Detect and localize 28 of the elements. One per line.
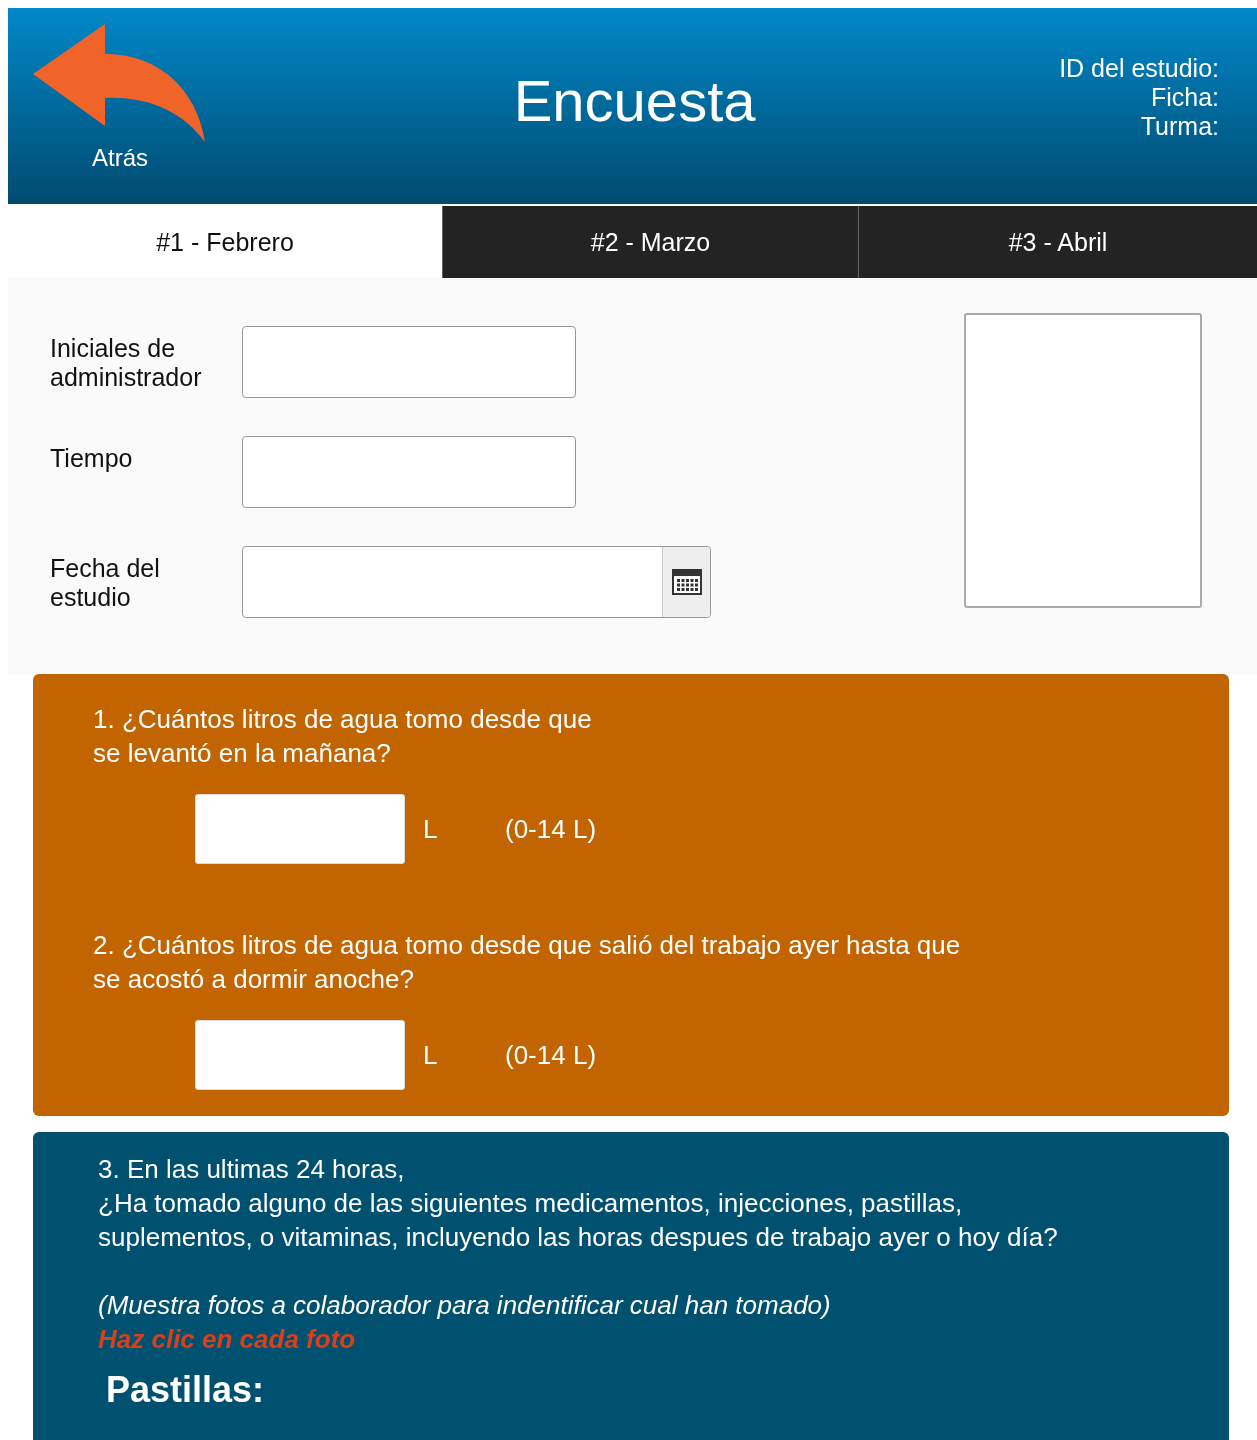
input-field[interactable] <box>242 326 576 398</box>
range-hint: (0-14 L) <box>505 1039 597 1072</box>
study-info-label: Ficha: <box>1150 83 1219 112</box>
instruction-note: (Muestra fotos a colaborador para indentificar cual han tomado) <box>98 1289 832 1322</box>
field-label: Tiempo <box>49 443 134 473</box>
range-hint: (0-14 L) <box>505 813 597 846</box>
calendar-button[interactable] <box>662 547 710 617</box>
calendar-icon <box>671 569 702 595</box>
unit-label: L <box>423 1039 439 1072</box>
click-instruction: Haz clic en cada foto <box>98 1323 356 1356</box>
question-text: 3. En las ultimas 24 horas, ¿Ha tomado alguno de las siguientes medicamentos, injecciones, pastillas, suplementos, o vitaminas, incluyendo las horas despues de trabajo ayer o hoy día? <box>98 1153 1059 1254</box>
answer-field[interactable] <box>195 1020 405 1090</box>
section-heading: Pastillas: <box>106 1368 266 1412</box>
input-field[interactable] <box>242 436 576 508</box>
page-title: Encuesta <box>512 66 757 134</box>
study-info-label: Turma: <box>1140 112 1219 141</box>
field-label: Iniciales de administrador <box>49 333 203 392</box>
field-label: Fecha del estudio <box>49 553 161 612</box>
question-text: 2. ¿Cuántos litros de agua tomo desde que salió del trabajo ayer hasta que se acostó a dormir anoche? <box>93 929 962 996</box>
unit-label: L <box>423 813 439 846</box>
answer-field[interactable] <box>195 794 405 864</box>
date-field[interactable] <box>242 546 711 618</box>
question-text: 1. ¿Cuántos litros de agua tomo desde que se levantó en la mañana? <box>93 703 593 770</box>
back-arrow-icon <box>33 24 207 144</box>
back-button[interactable]: Atrás <box>30 8 210 173</box>
tab[interactable]: #2 - Marzo <box>442 206 858 278</box>
study-info-label: ID del estudio: <box>1059 54 1219 83</box>
tab[interactable]: #3 - Abril <box>858 206 1257 278</box>
